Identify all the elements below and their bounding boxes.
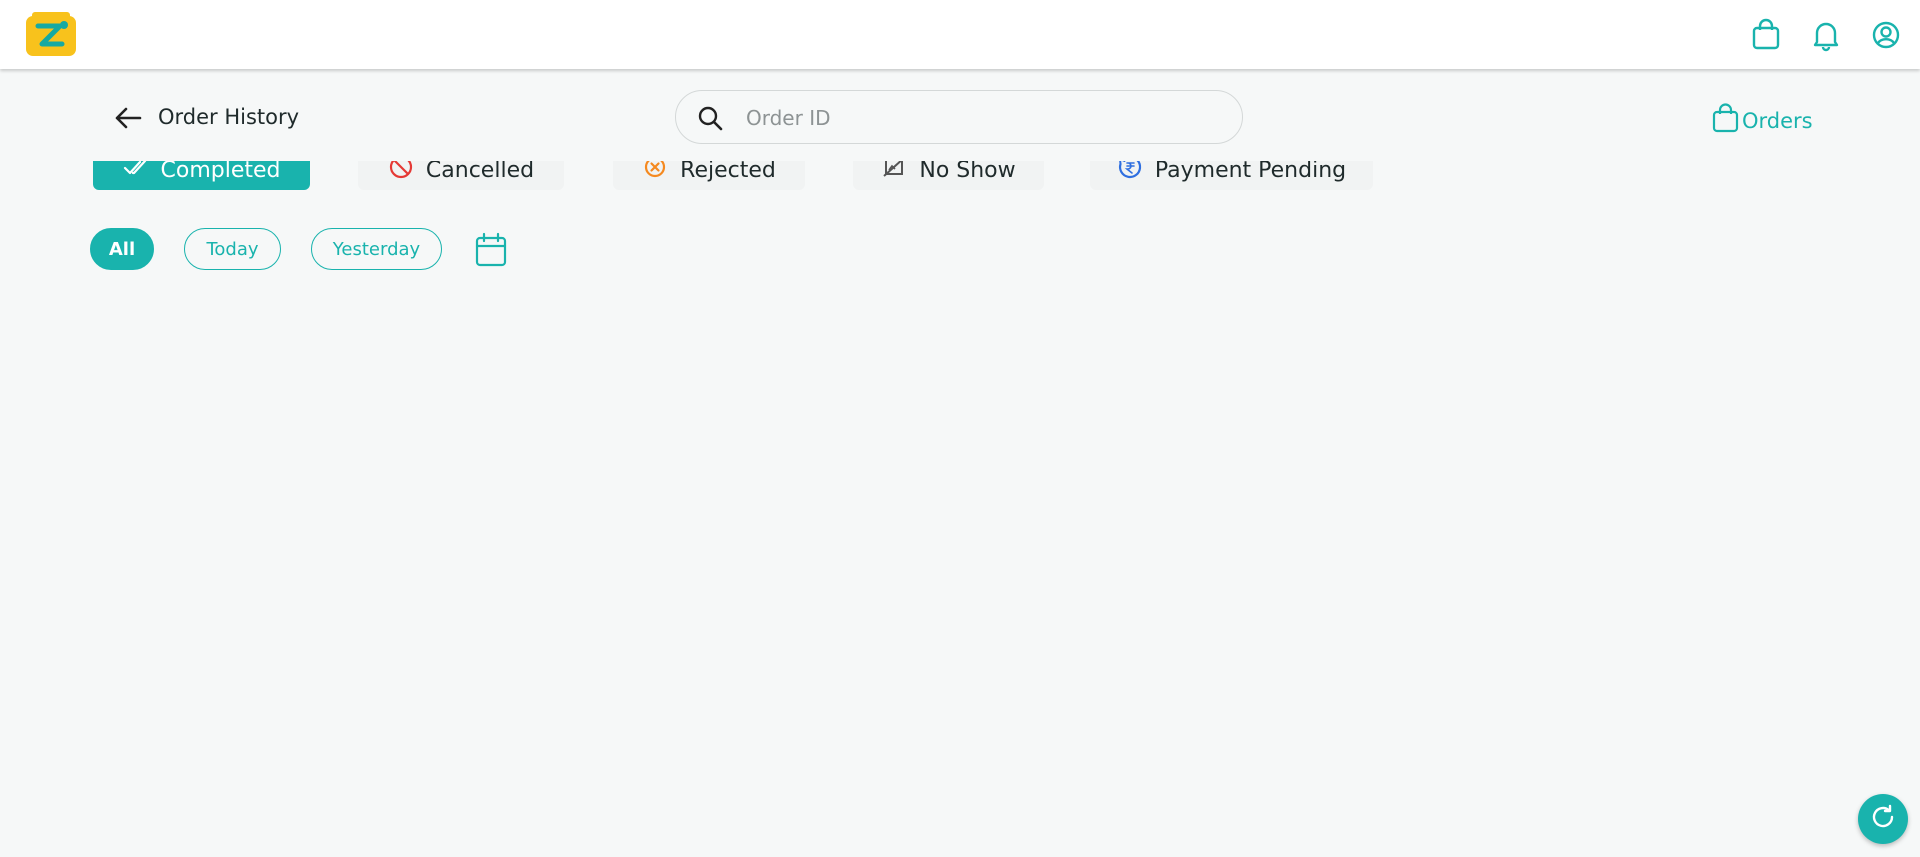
refresh-button[interactable] bbox=[1858, 794, 1908, 844]
back-arrow-icon[interactable] bbox=[112, 104, 144, 132]
app-logo[interactable] bbox=[26, 12, 76, 56]
orders-link[interactable]: Orders bbox=[1712, 103, 1813, 138]
user-circle-icon[interactable] bbox=[1871, 18, 1901, 52]
tab-label: Payment Pending bbox=[1154, 157, 1347, 183]
tab-label: Cancelled bbox=[425, 157, 535, 183]
search-icon bbox=[696, 104, 724, 132]
calendar-icon[interactable] bbox=[474, 232, 508, 268]
page-title: Order History bbox=[158, 105, 300, 129]
order-id-search-input[interactable] bbox=[744, 99, 1228, 137]
filter-today[interactable]: Today bbox=[184, 228, 281, 270]
tab-label: Completed bbox=[160, 157, 281, 183]
refresh-icon bbox=[1869, 803, 1897, 835]
bell-icon[interactable] bbox=[1811, 18, 1841, 52]
search-box[interactable] bbox=[675, 90, 1243, 144]
top-bar bbox=[0, 0, 1920, 69]
tab-label: Rejected bbox=[680, 157, 776, 183]
shopping-bag-icon bbox=[1712, 103, 1740, 138]
tab-label: No Show bbox=[919, 157, 1016, 183]
filter-yesterday[interactable]: Yesterday bbox=[311, 228, 442, 270]
filter-all[interactable]: All bbox=[90, 228, 154, 270]
shopping-bag-icon[interactable] bbox=[1751, 18, 1781, 52]
orders-link-label: Orders bbox=[1742, 108, 1813, 133]
